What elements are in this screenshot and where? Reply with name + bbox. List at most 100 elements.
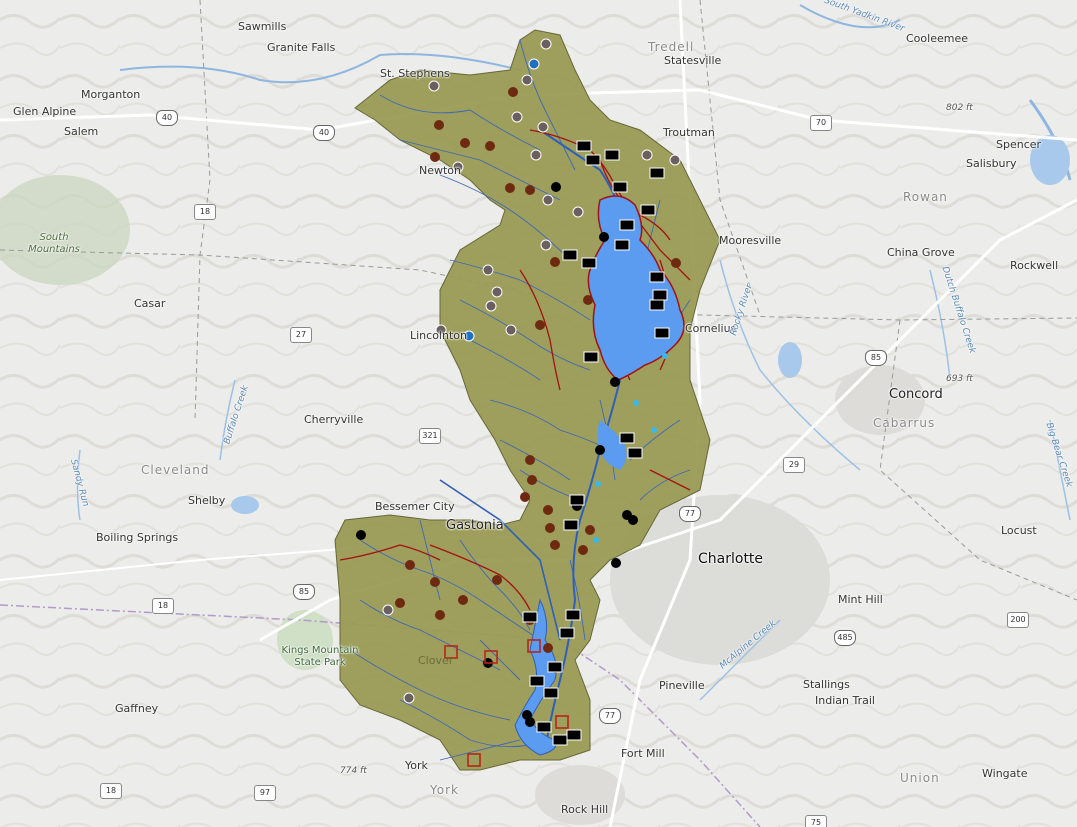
dam-icon[interactable] [547, 661, 563, 673]
monitoring-point[interactable] [550, 540, 560, 550]
permit-icon[interactable] [428, 80, 440, 92]
permit-icon[interactable] [530, 149, 542, 161]
gauge-marker[interactable] [662, 353, 668, 359]
terrain-label-south-mountains: South Mountains [28, 232, 80, 255]
monitoring-point[interactable] [430, 152, 440, 162]
elevation-label-693: 693 ft [946, 374, 973, 384]
sample-site[interactable] [599, 232, 609, 242]
monitoring-point[interactable] [550, 257, 560, 267]
county-label-tredell: Tredell [648, 40, 695, 54]
dam-icon[interactable] [649, 271, 665, 283]
dam-icon[interactable] [563, 519, 579, 531]
dam-icon[interactable] [576, 140, 592, 152]
monitoring-point[interactable] [585, 525, 595, 535]
monitoring-point[interactable] [395, 598, 405, 608]
square-marker[interactable] [467, 753, 481, 767]
place-label-indian-trail: Indian Trail [815, 694, 875, 707]
place-label-concord: Concord [889, 387, 943, 402]
dam-icon[interactable] [654, 327, 670, 339]
place-label-clover: Clover [418, 654, 454, 667]
square-marker[interactable] [555, 715, 569, 729]
monitoring-point[interactable] [525, 185, 535, 195]
facility-icon[interactable] [528, 58, 540, 70]
place-label-shelby: Shelby [188, 494, 226, 507]
permit-icon[interactable] [505, 324, 517, 336]
monitoring-point[interactable] [505, 183, 515, 193]
monitoring-point[interactable] [671, 258, 681, 268]
permit-icon[interactable] [542, 194, 554, 206]
dam-icon[interactable] [566, 729, 582, 741]
dam-icon[interactable] [614, 239, 630, 251]
monitoring-point[interactable] [583, 295, 593, 305]
route-shield-us75: 75 [805, 815, 827, 827]
sample-site[interactable] [595, 445, 605, 455]
monitoring-point[interactable] [543, 643, 553, 653]
monitoring-point[interactable] [430, 577, 440, 587]
monitoring-point[interactable] [578, 545, 588, 555]
dam-icon[interactable] [612, 181, 628, 193]
place-label-boiling-springs: Boiling Springs [96, 531, 179, 544]
dam-icon[interactable] [604, 149, 620, 161]
permit-icon[interactable] [511, 111, 523, 123]
dam-icon[interactable] [536, 721, 552, 733]
gauge-marker[interactable] [651, 427, 657, 433]
dam-icon[interactable] [652, 289, 668, 301]
sample-site[interactable] [611, 558, 621, 568]
gauge-marker[interactable] [595, 481, 601, 487]
place-label-spencer: Spencer [996, 138, 1042, 151]
monitoring-point[interactable] [492, 575, 502, 585]
dam-icon[interactable] [627, 447, 643, 459]
permit-icon[interactable] [485, 300, 497, 312]
gauge-marker[interactable] [633, 400, 639, 406]
dam-icon[interactable] [522, 611, 538, 623]
permit-icon[interactable] [641, 149, 653, 161]
dam-icon[interactable] [552, 734, 568, 746]
permit-icon[interactable] [403, 692, 415, 704]
dam-icon[interactable] [565, 609, 581, 621]
monitoring-point[interactable] [458, 595, 468, 605]
sample-site[interactable] [610, 377, 620, 387]
dam-icon[interactable] [619, 432, 635, 444]
permit-icon[interactable] [540, 38, 552, 50]
permit-icon[interactable] [521, 74, 533, 86]
monitoring-point[interactable] [527, 475, 537, 485]
dam-icon[interactable] [640, 204, 656, 216]
monitoring-point[interactable] [520, 492, 530, 502]
dam-icon[interactable] [559, 627, 575, 639]
permit-icon[interactable] [537, 121, 549, 133]
monitoring-point[interactable] [508, 87, 518, 97]
permit-icon[interactable] [540, 239, 552, 251]
place-label-china-grove: China Grove [887, 246, 955, 259]
monitoring-point[interactable] [535, 320, 545, 330]
monitoring-point[interactable] [545, 523, 555, 533]
monitoring-point[interactable] [543, 505, 553, 515]
permit-icon[interactable] [382, 604, 394, 616]
permit-icon[interactable] [491, 286, 503, 298]
dam-icon[interactable] [569, 494, 585, 506]
dam-icon[interactable] [543, 687, 559, 699]
dam-icon[interactable] [583, 351, 599, 363]
monitoring-point[interactable] [434, 120, 444, 130]
sample-site[interactable] [551, 182, 561, 192]
dam-icon[interactable] [649, 299, 665, 311]
monitoring-point[interactable] [460, 138, 470, 148]
dam-icon[interactable] [649, 167, 665, 179]
dam-icon[interactable] [529, 675, 545, 687]
dam-icon[interactable] [581, 257, 597, 269]
monitoring-point[interactable] [435, 610, 445, 620]
permit-icon[interactable] [669, 154, 681, 166]
monitoring-point[interactable] [405, 560, 415, 570]
sample-site[interactable] [356, 530, 366, 540]
map-canvas[interactable]: Sawmills Granite Falls Tredell Statesvil… [0, 0, 1077, 827]
sample-site[interactable] [628, 515, 638, 525]
dam-icon[interactable] [562, 249, 578, 261]
dam-icon[interactable] [619, 219, 635, 231]
permit-icon[interactable] [572, 206, 584, 218]
permit-icon[interactable] [482, 264, 494, 276]
monitoring-point[interactable] [525, 455, 535, 465]
sample-site[interactable] [525, 717, 535, 727]
monitoring-point[interactable] [485, 141, 495, 151]
square-marker[interactable] [527, 639, 541, 653]
dam-icon[interactable] [585, 154, 601, 166]
gauge-marker[interactable] [593, 537, 599, 543]
